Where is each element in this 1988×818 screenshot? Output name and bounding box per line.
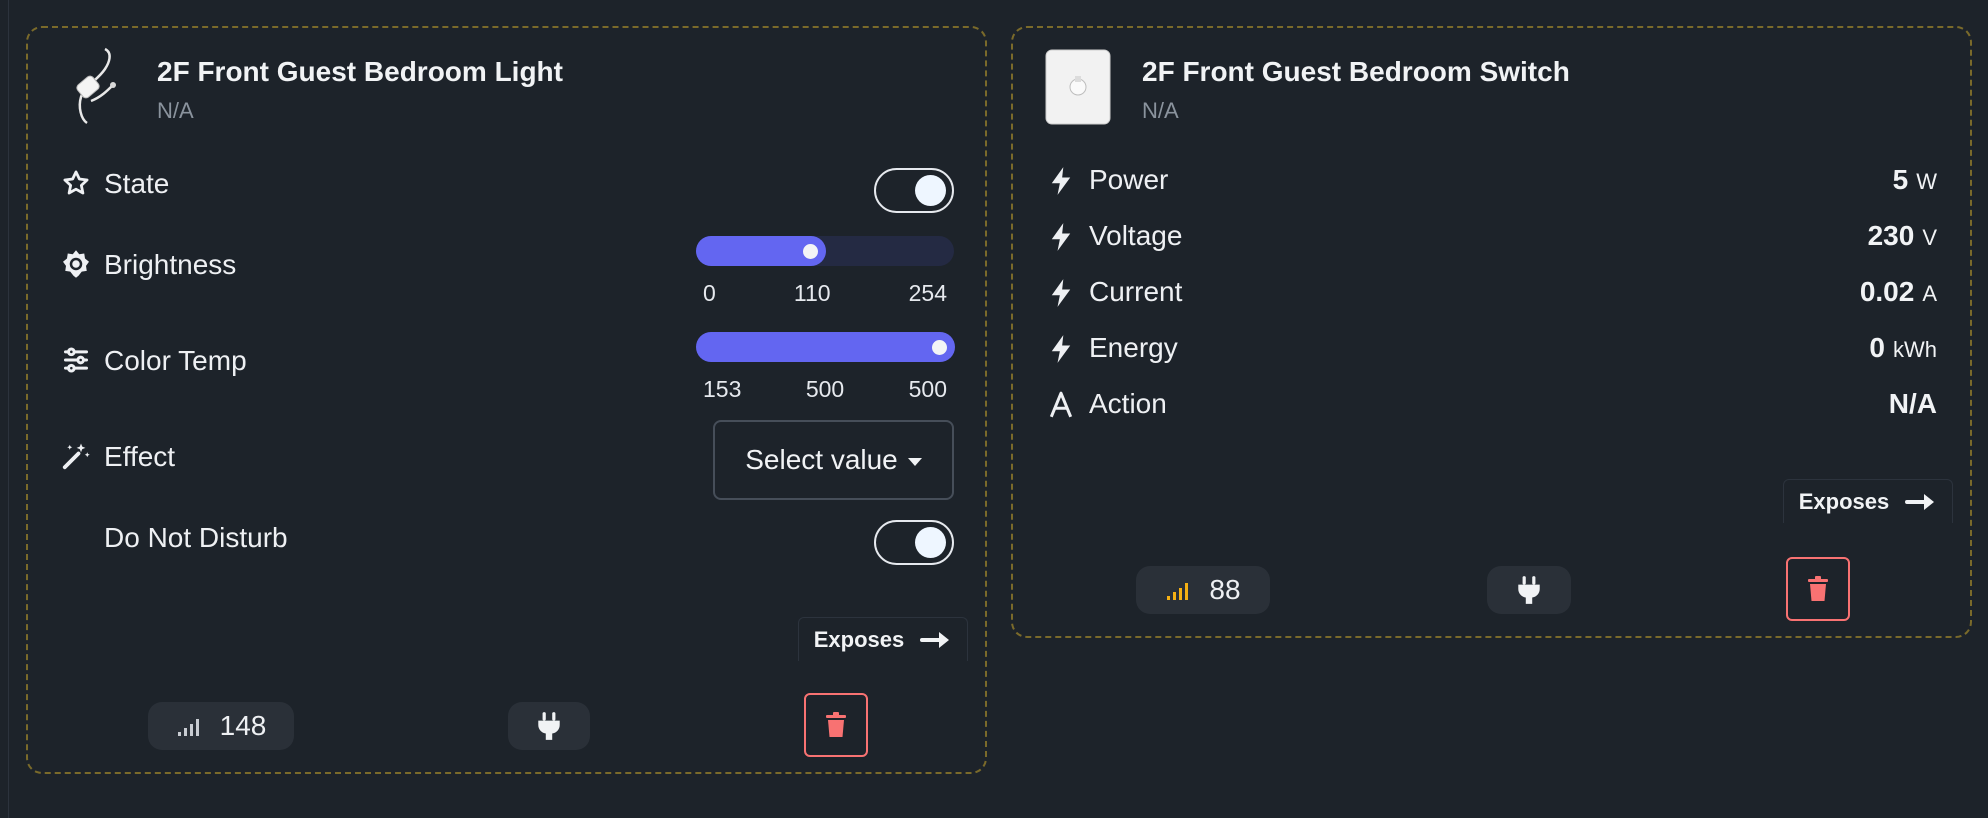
device-name[interactable]: 2F Front Guest Bedroom Switch [1142, 56, 1570, 88]
plug-icon [538, 712, 560, 740]
lqi-badge[interactable]: 148 [148, 702, 294, 750]
effect-select-value: Select value [745, 444, 898, 475]
arrow-right-icon [1905, 493, 1935, 510]
bolt-icon [1046, 166, 1076, 196]
metric-unit: W [1916, 169, 1937, 194]
scale-max: 500 [908, 376, 947, 402]
metric-number: 5 [1892, 164, 1909, 195]
metric-label-energy: Energy [1089, 332, 1178, 363]
magic-wand-icon [61, 441, 91, 471]
toggle-knob [915, 527, 946, 558]
slider-handle[interactable] [932, 340, 947, 355]
effect-label: Effect [104, 441, 176, 472]
effect-select[interactable]: Select value [713, 420, 954, 500]
plug-icon [1518, 576, 1540, 604]
brightness-label: Brightness [104, 249, 237, 280]
metric-unit: A [1922, 281, 1937, 306]
delete-button[interactable] [1786, 557, 1850, 621]
scale-min: 153 [703, 376, 742, 402]
signal-icon [177, 719, 199, 736]
power-source-button[interactable] [1487, 566, 1571, 614]
metric-unit: kWh [1893, 337, 1937, 362]
exposes-label: Exposes [813, 626, 905, 652]
sidebar-edge [8, 0, 9, 818]
metric-label-power: Power [1089, 164, 1169, 195]
metric-label-action: Action [1089, 388, 1167, 419]
lqi-value: 88 [1209, 574, 1241, 605]
sliders-icon [61, 345, 91, 375]
metric-label-current: Current [1089, 276, 1183, 307]
color-temp-slider[interactable] [696, 332, 955, 362]
color-temp-scale: 153 500 500 [696, 376, 954, 403]
slider-handle[interactable] [802, 244, 818, 259]
lqi-value: 148 [219, 710, 267, 741]
bolt-icon [1046, 334, 1076, 364]
state-label: State [104, 168, 170, 199]
bolt-icon [1046, 222, 1076, 252]
letter-a-icon [1046, 390, 1076, 420]
device-name[interactable]: 2F Front Guest Bedroom Light [157, 56, 563, 88]
metric-label-voltage: Voltage [1089, 220, 1183, 251]
signal-icon [1167, 583, 1189, 600]
metric-unit: V [1922, 225, 1937, 250]
device-image-wall-switch[interactable] [1043, 48, 1111, 128]
lqi-badge[interactable]: 88 [1136, 566, 1270, 614]
dnd-toggle[interactable] [874, 520, 954, 565]
metric-number: 0 [1869, 332, 1885, 363]
metric-number: 0.02 [1859, 276, 1915, 307]
scale-min: 0 [703, 280, 716, 306]
trash-icon [826, 712, 846, 737]
brightness-icon [61, 249, 91, 279]
power-source-button[interactable] [508, 702, 590, 750]
star-icon [61, 168, 91, 198]
trash-icon [1808, 576, 1828, 601]
state-toggle[interactable] [874, 168, 954, 213]
scale-value: 110 [793, 280, 831, 306]
exposes-link[interactable]: Exposes [798, 617, 968, 661]
metric-value-action: N/A [1889, 388, 1937, 420]
device-subtitle: N/A [157, 98, 194, 123]
color-temp-label: Color Temp [104, 345, 247, 376]
delete-button[interactable] [804, 693, 868, 757]
toggle-knob [915, 175, 946, 206]
metric-number: N/A [1888, 388, 1937, 419]
dnd-label: Do Not Disturb [104, 522, 288, 553]
metric-value-current: 0.02 A [1860, 276, 1937, 308]
brightness-slider[interactable] [696, 236, 954, 266]
exposes-label: Exposes [1798, 488, 1890, 514]
chevron-down-icon [907, 458, 922, 466]
scale-value: 500 [805, 376, 845, 402]
metric-value-voltage: 230 V [1868, 220, 1937, 252]
device-card-light: 2F Front Guest Bedroom Light N/A State B… [26, 26, 987, 774]
device-subtitle: N/A [1142, 98, 1179, 123]
scale-max: 254 [908, 280, 947, 306]
device-image-light-strip[interactable] [61, 45, 127, 125]
device-card-switch: 2F Front Guest Bedroom Switch N/A Power 5… [1011, 26, 1972, 638]
metric-number: 230 [1867, 220, 1915, 251]
slider-fill [696, 332, 955, 362]
exposes-link[interactable]: Exposes [1783, 479, 1953, 523]
brightness-scale: 0 110 254 [696, 280, 954, 307]
metric-value-power: 5W [1893, 164, 1937, 196]
bolt-icon [1046, 278, 1076, 308]
metric-value-energy: 0 kWh [1869, 332, 1937, 364]
arrow-right-icon [920, 631, 950, 648]
